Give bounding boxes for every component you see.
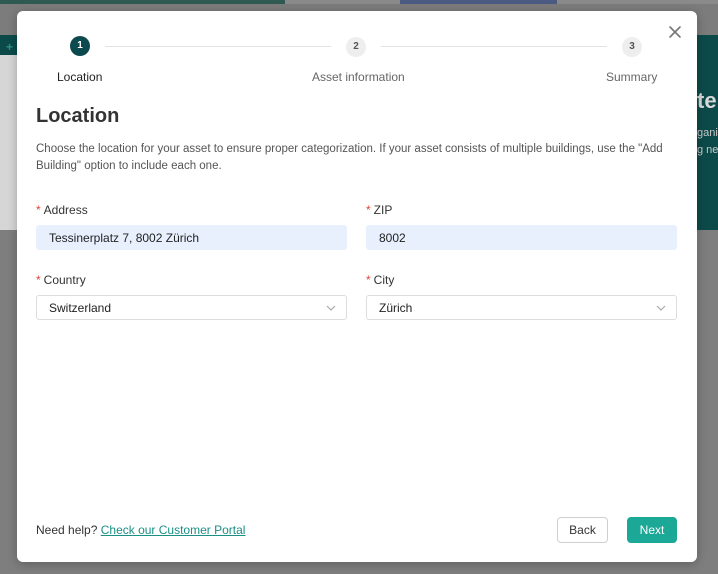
background-topbar <box>0 0 718 4</box>
address-label-text: Address <box>43 203 88 217</box>
country-value: Switzerland <box>49 301 112 315</box>
zip-label-text: ZIP <box>373 203 393 217</box>
required-marker: * <box>366 273 371 287</box>
zip-value: 8002 <box>379 231 406 245</box>
background-topbar-segment <box>0 0 285 4</box>
step-1-label: Location <box>57 70 103 84</box>
step-2-indicator: 2 <box>346 37 366 57</box>
back-button[interactable]: Back <box>557 517 608 543</box>
next-button[interactable]: Next <box>627 517 677 543</box>
help-text: Need help? Check our Customer Portal <box>36 523 245 537</box>
address-value: Tessinerplatz 7, 8002 Zürich <box>49 231 200 245</box>
city-select[interactable]: Zürich <box>366 295 677 320</box>
chevron-down-icon <box>326 305 336 311</box>
city-label-text: City <box>373 273 395 287</box>
city-value: Zürich <box>379 301 413 315</box>
address-field[interactable]: Tessinerplatz 7, 8002 Zürich <box>36 225 347 250</box>
zip-field[interactable]: 8002 <box>366 225 677 250</box>
country-label-text: Country <box>43 273 86 287</box>
country-label: * Country <box>36 273 86 287</box>
step-3-indicator: 3 <box>622 37 642 57</box>
page-title: Location <box>36 105 120 127</box>
location-modal: 1 2 3 Location Asset information Summary… <box>17 11 697 562</box>
city-label: * City <box>366 273 394 287</box>
background-heading: te <box>697 88 717 113</box>
required-marker: * <box>36 273 41 287</box>
help-prefix: Need help? <box>36 523 98 537</box>
plus-icon: + <box>6 40 14 54</box>
address-label: * Address <box>36 203 88 217</box>
required-marker: * <box>36 203 41 217</box>
zip-label: * ZIP <box>366 203 392 217</box>
customer-portal-link[interactable]: Check our Customer Portal <box>101 523 246 537</box>
step-connector <box>381 46 607 47</box>
step-1-indicator: 1 <box>70 36 90 56</box>
country-select[interactable]: Switzerland <box>36 295 347 320</box>
stepper: 1 2 3 Location Asset information Summary <box>17 11 697 101</box>
step-2-label: Asset information <box>312 70 405 84</box>
background-topbar-segment <box>400 0 557 4</box>
required-marker: * <box>366 203 371 217</box>
background-text: g nea <box>697 144 718 156</box>
step-3-label: Summary <box>606 70 658 84</box>
chevron-down-icon <box>656 305 666 311</box>
background-text: gani <box>697 127 718 139</box>
step-connector <box>105 46 331 47</box>
page-description: Choose the location for your asset to en… <box>36 143 663 172</box>
